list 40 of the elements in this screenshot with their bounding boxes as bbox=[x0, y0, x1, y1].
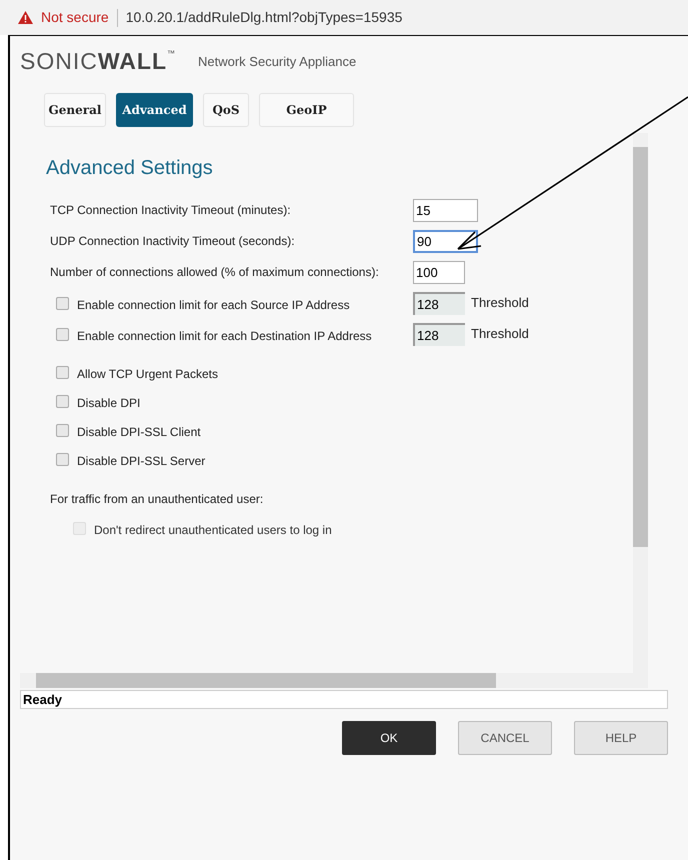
url-text[interactable]: 10.0.20.1/addRuleDlg.html?objTypes=15935 bbox=[126, 7, 402, 28]
tab[interactable]: Advanced bbox=[116, 93, 193, 127]
input-field[interactable]: 100 bbox=[413, 260, 465, 284]
field-label: TCP Connection Inactivity Timeout (minutes): bbox=[50, 202, 292, 219]
threshold-field[interactable]: 128 bbox=[413, 292, 465, 314]
input-field[interactable]: 15 bbox=[413, 198, 478, 222]
dialog-button[interactable]: CANCEL bbox=[458, 721, 552, 755]
warning-icon bbox=[18, 11, 33, 24]
dialog-button[interactable]: HELP bbox=[574, 721, 668, 755]
threshold-field[interactable]: 128 bbox=[413, 322, 465, 346]
checkbox[interactable] bbox=[56, 366, 69, 378]
field-label: Number of connections allowed (% of maximum connections): bbox=[50, 264, 380, 281]
threshold-label: Threshold bbox=[471, 325, 529, 344]
input-field[interactable]: 90 bbox=[413, 230, 478, 252]
checkbox-label: Enable connection limit for each Source IP Address bbox=[77, 296, 351, 314]
threshold-label: Threshold bbox=[471, 294, 529, 312]
header-subtitle: Network Security Appliance bbox=[198, 52, 356, 71]
horizontal-scrollbar[interactable] bbox=[20, 673, 648, 688]
checkbox[interactable] bbox=[56, 424, 69, 436]
checkbox-label: Disable DPI-SSL Server bbox=[77, 452, 206, 470]
checkbox[interactable] bbox=[56, 328, 69, 340]
checkbox-label: Disable DPI bbox=[77, 394, 140, 412]
logo: SONICWALL™ bbox=[20, 50, 176, 73]
checkbox[interactable] bbox=[56, 296, 69, 310]
dialog-button[interactable]: OK bbox=[342, 721, 436, 755]
status-bar: Ready bbox=[20, 690, 668, 709]
tab[interactable]: QoS bbox=[203, 93, 249, 127]
checkbox-label: Don't redirect unauthenticated users to log in bbox=[94, 522, 332, 539]
security-label: Not secure bbox=[41, 8, 109, 27]
checkbox[interactable] bbox=[56, 394, 69, 408]
section-title: Advanced Settings bbox=[46, 156, 214, 181]
checkbox[interactable] bbox=[56, 452, 69, 466]
field-label: UDP Connection Inactivity Timeout (seconds): bbox=[50, 233, 296, 250]
vertical-scrollbar[interactable] bbox=[633, 133, 648, 673]
checkbox-label: Disable DPI-SSL Client bbox=[77, 424, 201, 440]
checkbox-label: Allow TCP Urgent Packets bbox=[77, 366, 218, 382]
checkbox-label: Enable connection limit for each Destination IP Address bbox=[77, 328, 373, 344]
tab[interactable]: GeoIP bbox=[259, 93, 354, 127]
unauth-label: For traffic from an unauthenticated user: bbox=[49, 491, 264, 508]
tab[interactable]: General bbox=[44, 93, 106, 127]
